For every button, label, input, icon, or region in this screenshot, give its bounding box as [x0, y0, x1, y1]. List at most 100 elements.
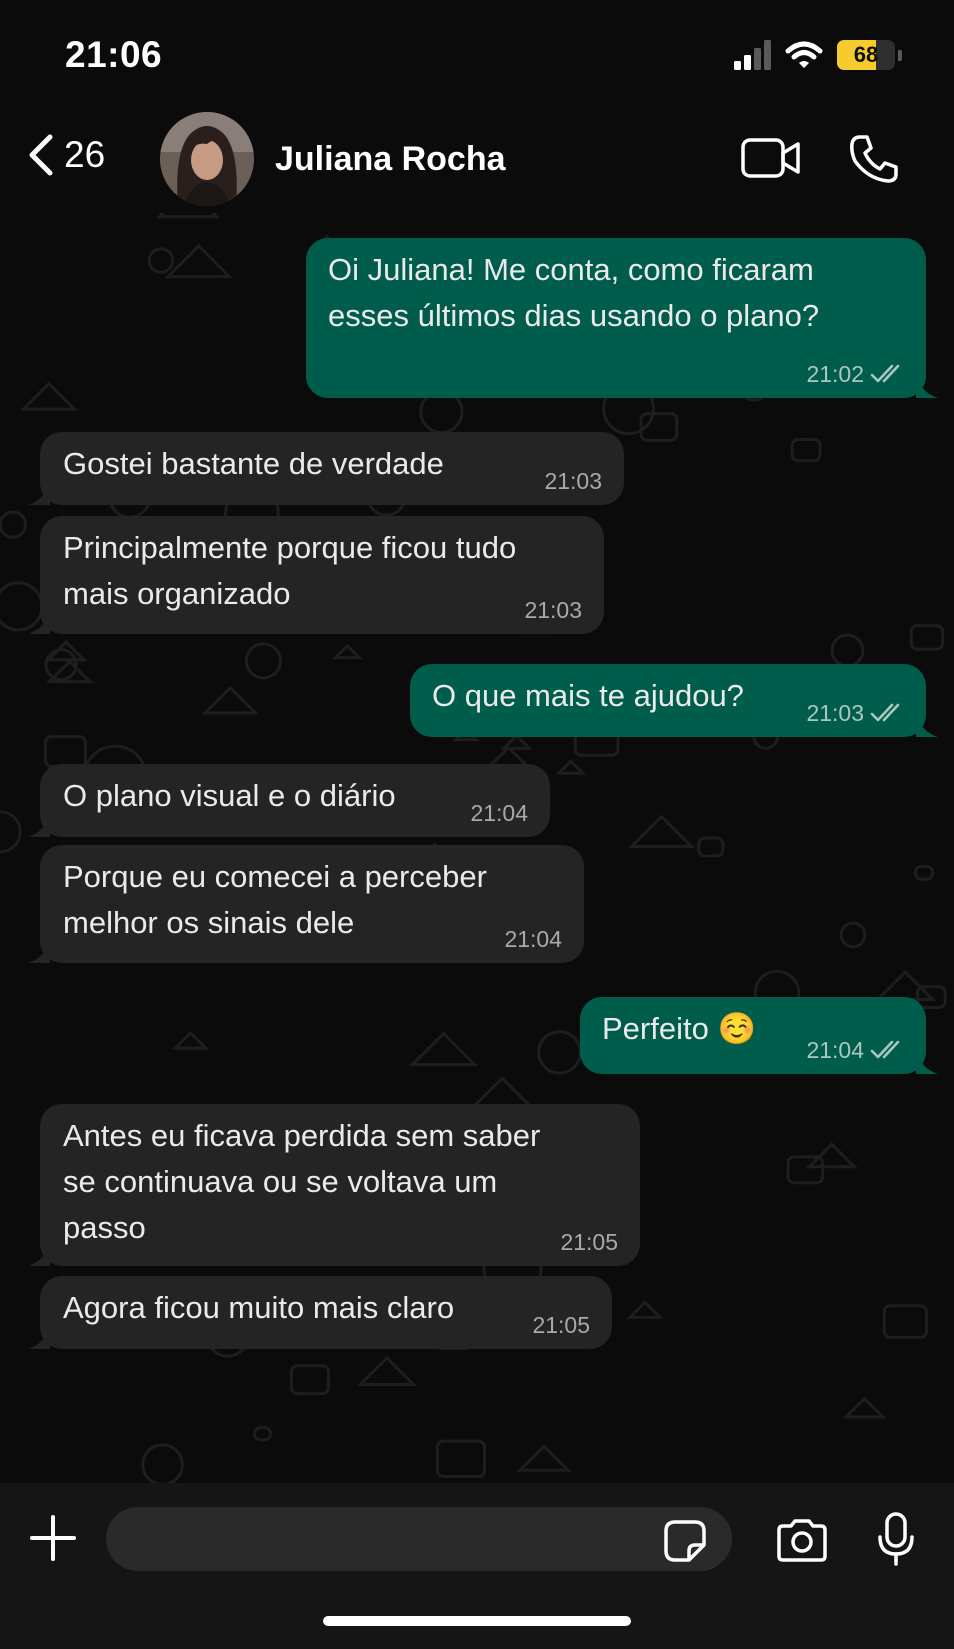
plus-icon [30, 1515, 76, 1561]
message-text: Agora ficou muito mais claro [63, 1290, 455, 1325]
home-indicator[interactable] [323, 1616, 631, 1626]
video-icon [741, 138, 800, 178]
wallpaper-doodle [516, 1444, 572, 1472]
bubble-tail [916, 713, 938, 737]
sticker-button[interactable] [663, 1519, 707, 1568]
outgoing-message[interactable]: Perfeito ☺️ 21:04 [580, 997, 938, 1074]
wallpaper-doodle [0, 810, 22, 854]
avatar[interactable] [160, 112, 254, 206]
camera-icon [777, 1519, 827, 1562]
incoming-message[interactable]: Agora ficou muito mais claro 21:05 [28, 1276, 612, 1349]
wallpaper-doodle [555, 759, 587, 775]
battery-icon: 68 [837, 40, 895, 70]
message-time: 21:02 [806, 361, 864, 387]
composer-bar [0, 1483, 954, 1649]
double-check-icon [870, 703, 900, 722]
message-time: 21:03 [524, 597, 582, 623]
message-time: 21:03 [544, 468, 602, 494]
camera-button[interactable] [775, 1518, 829, 1567]
message-text: mais organizado [63, 576, 291, 611]
microphone-icon [878, 1512, 914, 1566]
wallpaper-doodle [909, 624, 945, 651]
wallpaper-doodle [19, 381, 79, 411]
message-meta: 21:04 [504, 925, 562, 953]
wallpaper-doodle [790, 438, 822, 463]
bubble-tail [28, 481, 50, 505]
contact-name[interactable]: Juliana Rocha [275, 140, 506, 179]
message-text: esses últimos dias usando o plano? [328, 298, 820, 333]
message-time: 21:04 [806, 1037, 864, 1063]
wallpaper-doodle [331, 643, 363, 660]
incoming-message[interactable]: Porque eu comecei a perceber melhor os si… [28, 845, 584, 963]
message-text: Principalmente porque ficou tudo [63, 530, 517, 565]
wallpaper-doodle [289, 1364, 330, 1396]
wallpaper-doodle [408, 1031, 479, 1067]
wallpaper-doodle [252, 1426, 273, 1442]
outgoing-message[interactable]: O que mais te ajudou? 21:03 [410, 664, 938, 737]
wallpaper-doodle [882, 1304, 929, 1339]
message-meta: 21:03 [806, 699, 904, 727]
bubble-tail [28, 939, 50, 963]
mic-button[interactable] [876, 1511, 916, 1572]
bubble-tail [28, 1242, 50, 1266]
message-meta: 21:05 [560, 1228, 618, 1256]
wallpaper-doodle [141, 1443, 184, 1483]
wallpaper-doodle [164, 243, 234, 279]
cellular-signal-icon [734, 40, 771, 70]
message-meta: 21:03 [544, 467, 602, 495]
chat-area[interactable]: Oi Juliana! Me conta, como ficaram esses … [0, 213, 954, 1483]
wallpaper-doodle [244, 642, 282, 680]
bubble-tail [916, 1050, 938, 1074]
outgoing-message[interactable]: Oi Juliana! Me conta, como ficaram esses … [306, 238, 938, 398]
message-meta: 21:05 [532, 1311, 590, 1339]
message-time: 21:03 [806, 700, 864, 726]
voice-call-button[interactable] [848, 133, 900, 190]
status-icons: 68 [734, 40, 902, 70]
attach-button[interactable] [28, 1513, 78, 1568]
message-time: 21:04 [504, 926, 562, 952]
battery-level: 68 [853, 42, 879, 67]
phone-icon [850, 135, 898, 183]
message-text: se continuava ou se voltava um [63, 1164, 498, 1199]
incoming-message[interactable]: Principalmente porque ficou tudo mais org… [28, 516, 604, 634]
wifi-icon [785, 41, 823, 68]
message-text: Oi Juliana! Me conta, como ficaram [328, 252, 814, 287]
bubble-tail [916, 374, 938, 398]
wallpaper-doodle [913, 864, 935, 881]
wallpaper-doodle [155, 213, 221, 219]
bubble-tail [28, 1325, 50, 1349]
message-text: Antes eu ficava perdida sem saber [63, 1118, 541, 1153]
wallpaper-doodle [830, 633, 865, 668]
message-time: 21:05 [560, 1229, 618, 1255]
message-text: Gostei bastante de verdade [63, 446, 444, 481]
wallpaper-doodle [627, 814, 696, 849]
message-meta: 21:04 [470, 799, 528, 827]
unread-count: 26 [64, 134, 106, 175]
chevron-left-icon [29, 134, 53, 176]
message-input[interactable] [106, 1507, 732, 1571]
incoming-message[interactable]: Antes eu ficava perdida sem saber se cont… [28, 1104, 640, 1266]
message-time: 21:04 [470, 800, 528, 826]
wallpaper-doodle [201, 685, 260, 715]
incoming-message[interactable]: O plano visual e o diário 21:04 [28, 764, 550, 837]
wallpaper-doodle [43, 735, 87, 769]
double-check-icon [870, 364, 900, 383]
double-check-icon [870, 1040, 900, 1059]
bubble-tail [28, 610, 50, 634]
message-meta: 21:03 [524, 596, 582, 624]
bubble-tail [28, 813, 50, 837]
back-button[interactable]: 26 [26, 134, 105, 176]
message-text: passo [63, 1210, 146, 1245]
sticker-icon [664, 1520, 706, 1562]
wallpaper-doodle [842, 1396, 887, 1419]
message-time: 21:05 [532, 1312, 590, 1338]
video-call-button[interactable] [740, 136, 802, 185]
message-text: Porque eu comecei a perceber [63, 859, 487, 894]
status-bar: 21:06 68 [0, 0, 954, 110]
incoming-message[interactable]: Gostei bastante de verdade 21:03 [28, 432, 624, 505]
wallpaper-doodle [471, 1076, 534, 1108]
status-time: 21:06 [65, 34, 163, 75]
wallpaper-doodle [147, 247, 175, 274]
wallpaper-doodle [356, 1355, 418, 1386]
message-meta: 21:02 [806, 360, 904, 388]
